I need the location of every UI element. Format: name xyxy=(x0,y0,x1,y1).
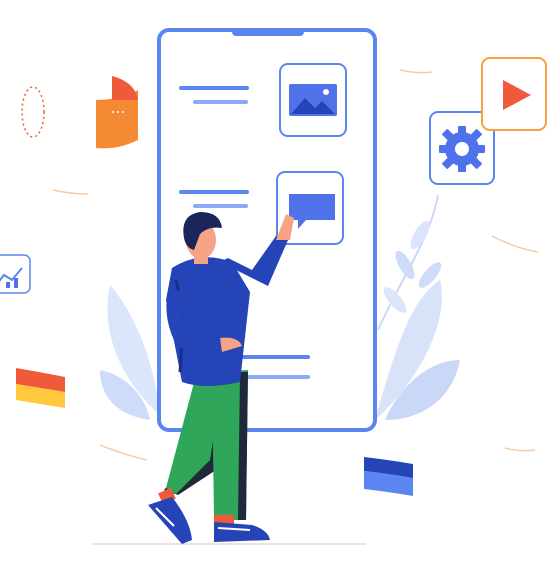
line-chart-icon xyxy=(0,254,31,294)
illustration-scene xyxy=(0,0,553,575)
play-icon xyxy=(481,57,547,131)
dotted-ellipse-decoration xyxy=(21,86,45,138)
flag-left-decoration xyxy=(16,368,65,408)
pie-chart-icon xyxy=(96,76,138,149)
flag-right-decoration xyxy=(364,457,413,496)
foliage-right xyxy=(375,194,460,420)
illustration-canvas xyxy=(0,28,547,545)
image-icon xyxy=(279,63,347,137)
